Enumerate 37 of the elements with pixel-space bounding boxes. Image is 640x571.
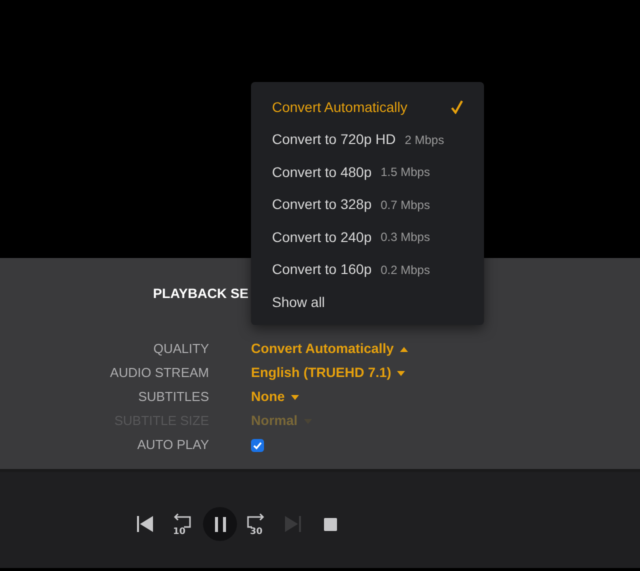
caret-icon bbox=[397, 370, 406, 376]
panel-title: PLAYBACK SE bbox=[153, 285, 249, 303]
menu-item-label: Convert to 720p HD bbox=[272, 130, 396, 150]
bitrate-label: 1.5 Mbps bbox=[380, 164, 430, 182]
stop-icon bbox=[324, 518, 336, 530]
skip-forward-icon bbox=[284, 516, 301, 532]
menu-item-label: Convert to 160p bbox=[272, 260, 372, 280]
bitrate-label: 2 Mbps bbox=[404, 132, 444, 149]
menu-item[interactable]: Convert Automatically bbox=[251, 91, 484, 124]
menu-item[interactable]: Show all bbox=[251, 286, 484, 318]
pause-icon bbox=[214, 516, 226, 532]
menu-item[interactable]: Convert to 480p 1.5 Mbps bbox=[251, 156, 484, 188]
menu-item[interactable]: Convert to 240p 0.3 Mbps bbox=[251, 221, 484, 254]
bitrate-label: 0.3 Mbps bbox=[380, 229, 430, 246]
setting-label: QUALITY bbox=[152, 340, 209, 358]
bitrate-label: 0.2 Mbps bbox=[380, 262, 430, 279]
bitrate-label: 0.7 Mbps bbox=[380, 196, 430, 214]
pause-button[interactable] bbox=[203, 507, 237, 541]
setting-label: AUDIO STREAM bbox=[109, 364, 209, 382]
menu-item-label: Convert to 240p bbox=[272, 228, 372, 247]
checkmark-icon bbox=[451, 100, 463, 114]
setting-dropdown[interactable]: Convert Automatically bbox=[251, 339, 408, 360]
setting-label: AUTO PLAY bbox=[136, 436, 209, 454]
menu-item-label: Convert to 328p bbox=[272, 195, 372, 214]
menu-item[interactable]: Convert to 328p 0.7 Mbps bbox=[251, 188, 484, 221]
menu-item-label: Convert to 480p bbox=[272, 162, 372, 182]
menu-item[interactable]: Convert to 720p HD 2 Mbps bbox=[251, 124, 484, 156]
checkbox[interactable] bbox=[251, 438, 264, 452]
menu-item-label: Show all bbox=[272, 292, 325, 312]
setting-dropdown[interactable]: None bbox=[251, 387, 299, 408]
setting-dropdown[interactable]: English (TRUEHD 7.1) bbox=[251, 363, 406, 384]
menu-item[interactable]: Convert to 160p 0.2 Mbps bbox=[251, 254, 484, 286]
skip-back-icon bbox=[136, 516, 154, 532]
caret-icon bbox=[400, 346, 408, 352]
setting-label: SUBTITLES bbox=[137, 388, 209, 406]
caret-icon bbox=[290, 394, 299, 400]
menu-item-label: Convert Automatically bbox=[272, 98, 408, 117]
